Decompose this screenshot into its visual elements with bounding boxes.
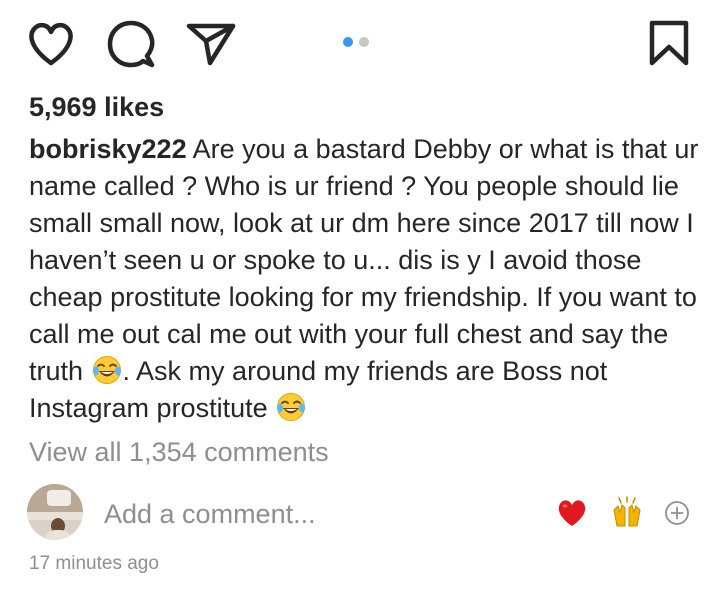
raising-hands-emoji-icon[interactable] xyxy=(610,496,644,530)
post-action-bar xyxy=(0,0,720,90)
face-with-tears-of-joy-icon xyxy=(277,393,306,421)
view-all-comments-link[interactable]: View all 1,354 comments xyxy=(29,437,329,468)
heart-icon[interactable] xyxy=(26,20,76,66)
likes-count[interactable]: 5,969 likes xyxy=(29,92,164,123)
comment-icon[interactable] xyxy=(106,20,156,68)
face-with-tears-of-joy-icon xyxy=(92,356,121,384)
carousel-indicator xyxy=(343,37,369,47)
red-heart-emoji-icon[interactable] xyxy=(556,498,588,528)
caption-username[interactable]: bobrisky222 xyxy=(29,134,187,164)
add-reaction-icon[interactable] xyxy=(664,500,690,526)
add-comment-row xyxy=(0,484,720,546)
avatar[interactable] xyxy=(27,484,83,540)
share-icon[interactable] xyxy=(186,22,236,66)
caption-text-part1: Are you a bastard Debby or what is that … xyxy=(29,134,699,386)
carousel-dot-active xyxy=(343,37,353,47)
carousel-dot xyxy=(359,37,369,47)
bookmark-icon[interactable] xyxy=(648,20,690,66)
post-caption: bobrisky222 Are you a bastard Debby or w… xyxy=(29,131,699,427)
comment-input[interactable] xyxy=(104,496,524,532)
post-timestamp: 17 minutes ago xyxy=(29,553,159,574)
